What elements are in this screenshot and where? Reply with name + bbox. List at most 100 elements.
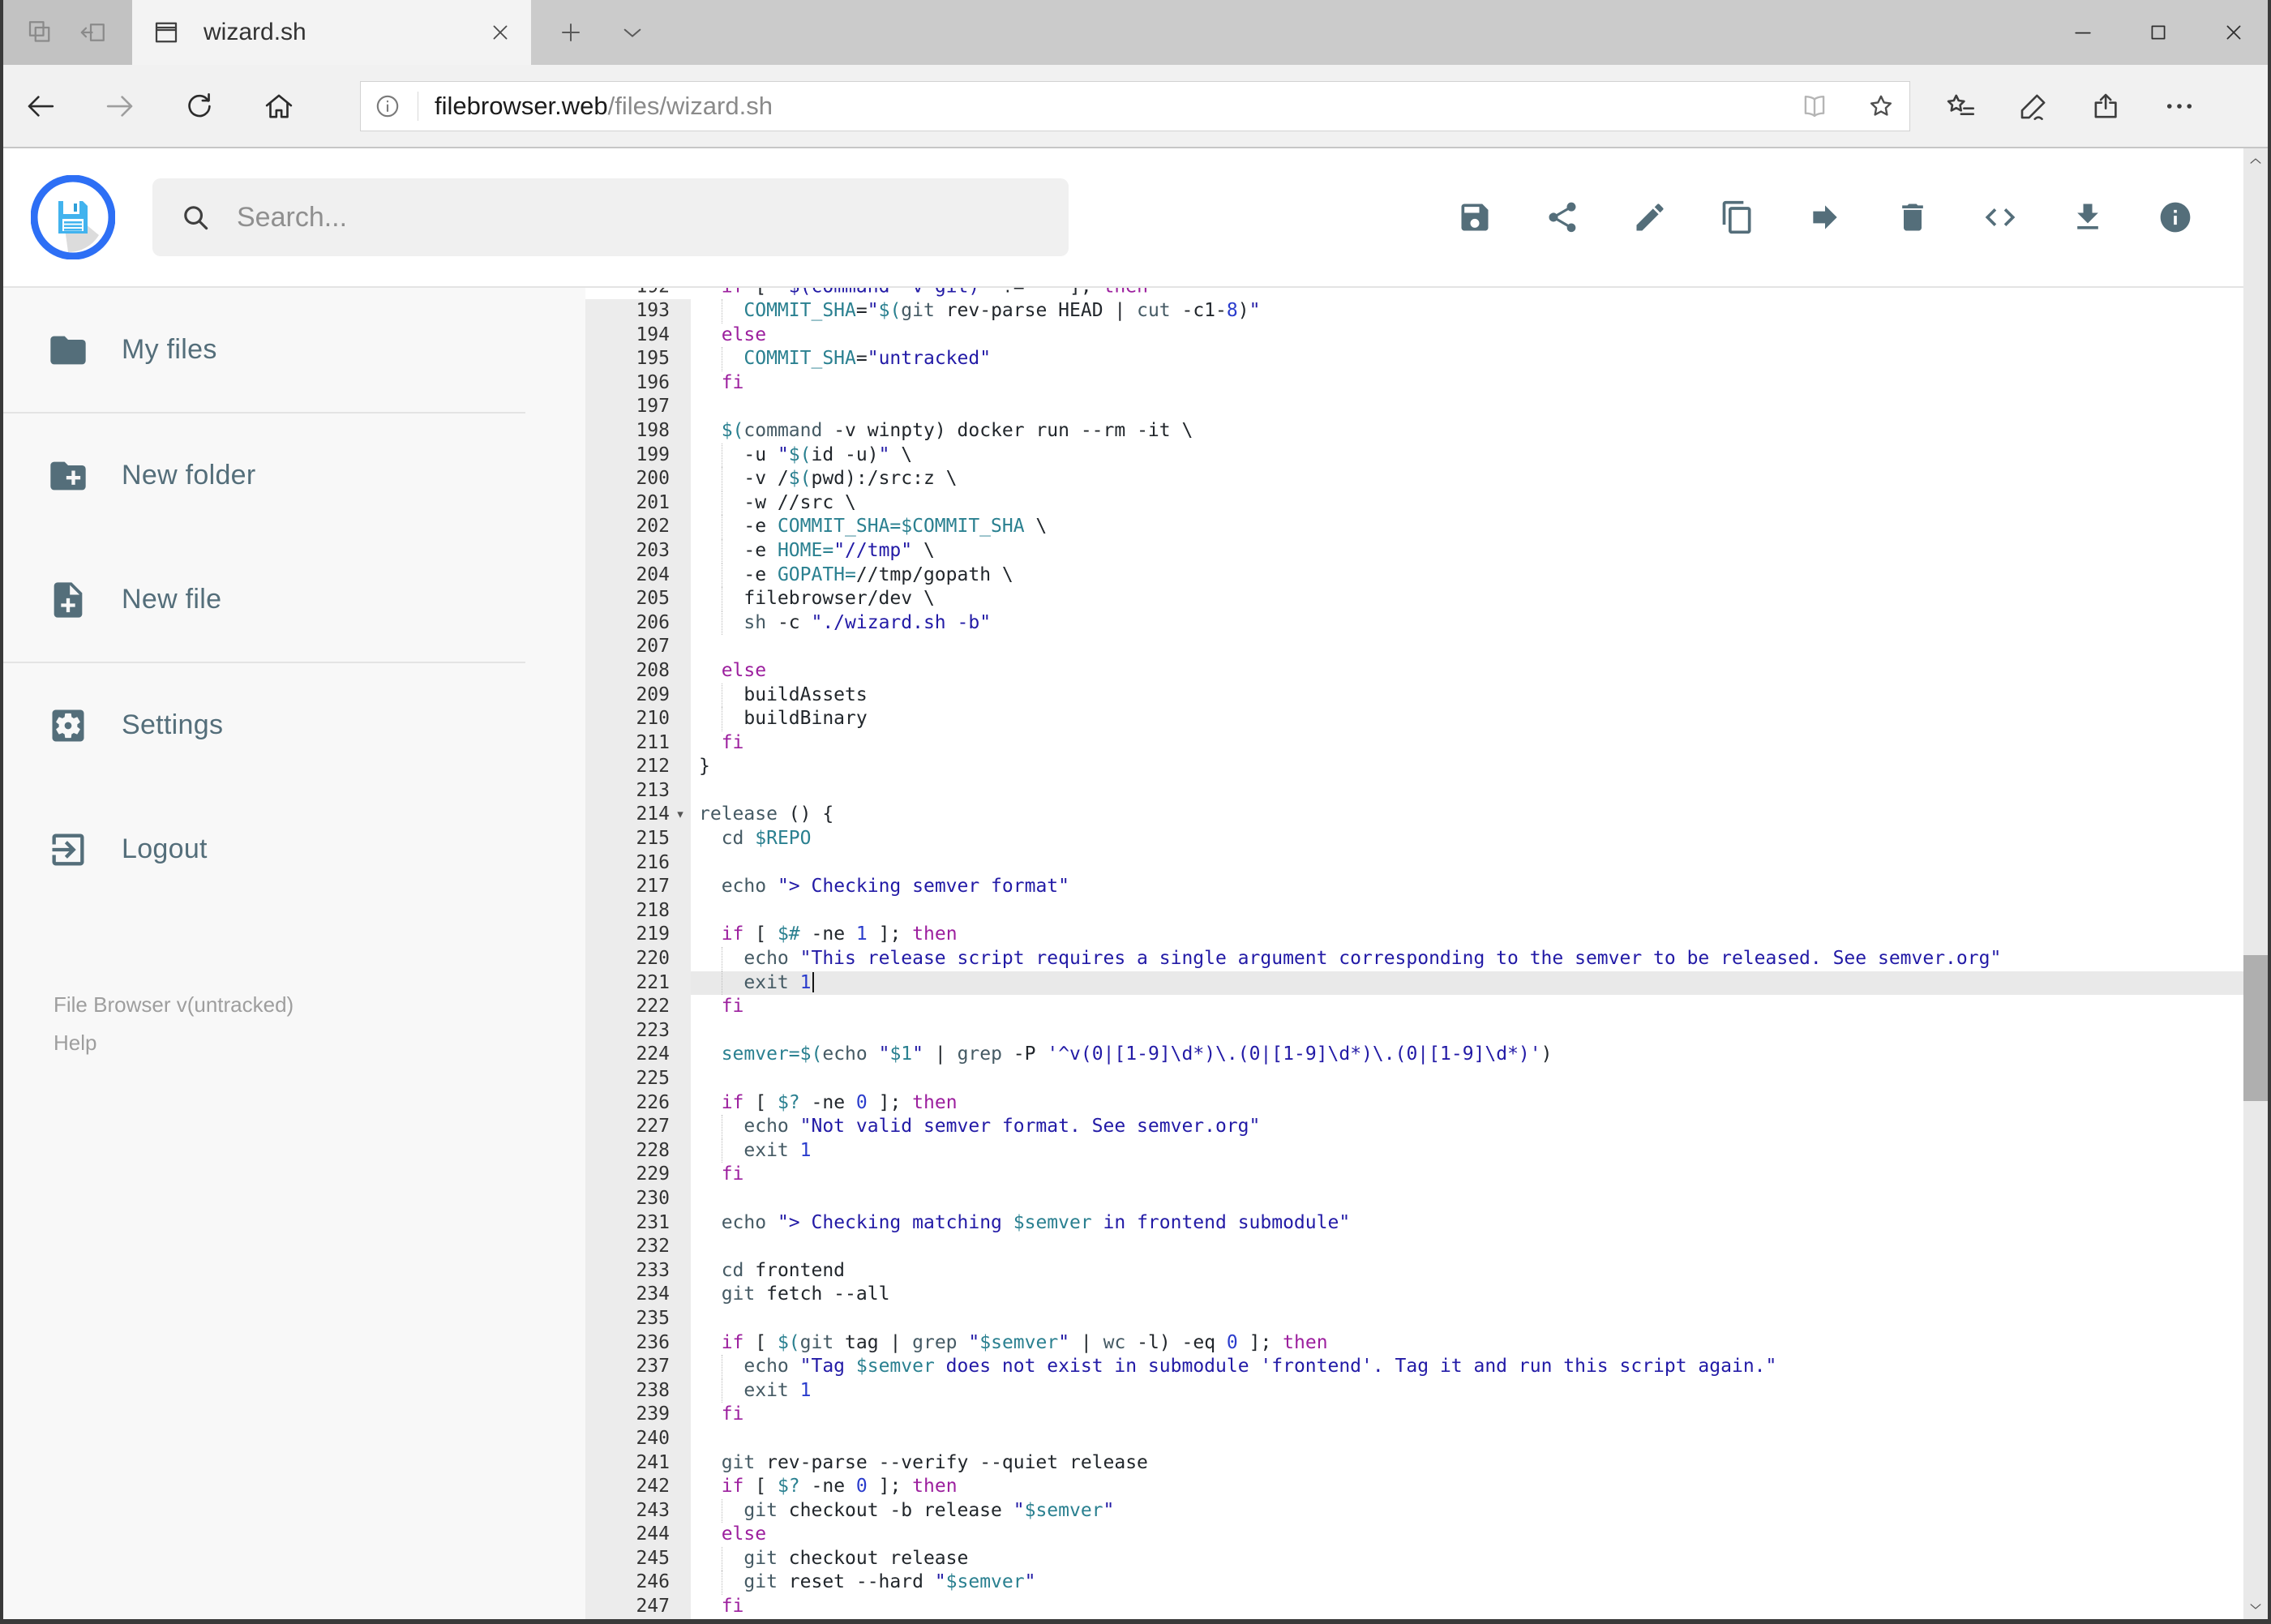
code-text[interactable]: COMMIT_SHA="$(git rev-parse HEAD | cut -… bbox=[691, 299, 2268, 324]
code-text[interactable]: release () { bbox=[691, 803, 2268, 827]
code-text[interactable]: fi bbox=[691, 731, 2268, 756]
download-icon[interactable] bbox=[2070, 199, 2106, 235]
tab-preview-toggle[interactable] bbox=[606, 0, 658, 65]
code-text[interactable]: $(command -v winpty) docker run --rm -it… bbox=[691, 419, 2268, 443]
home-button[interactable] bbox=[256, 84, 302, 129]
code-text[interactable] bbox=[691, 851, 2268, 876]
favorite-star-icon[interactable] bbox=[1866, 91, 1896, 122]
code-text[interactable]: echo "Tag $semver does not exist in subm… bbox=[691, 1355, 2268, 1379]
hub-button[interactable] bbox=[1938, 84, 1983, 129]
info-icon[interactable] bbox=[2157, 199, 2193, 235]
forward-icon[interactable] bbox=[1807, 199, 1843, 235]
site-info-icon[interactable] bbox=[374, 92, 401, 120]
search-input[interactable] bbox=[235, 200, 1041, 234]
code-text[interactable]: git fetch --all bbox=[691, 1283, 2268, 1307]
code-text[interactable]: -u "$(id -u)" \ bbox=[691, 443, 2268, 468]
code-icon[interactable] bbox=[1982, 199, 2018, 235]
code-text[interactable]: if [ $? -ne 0 ]; then bbox=[691, 1475, 2268, 1499]
save-icon[interactable] bbox=[1457, 199, 1493, 235]
forward-button[interactable] bbox=[97, 84, 143, 129]
new-tab-button[interactable] bbox=[545, 0, 597, 65]
sidebar-item-my-files[interactable]: My files bbox=[3, 288, 585, 412]
maximize-button[interactable] bbox=[2120, 0, 2196, 65]
close-button[interactable] bbox=[2196, 0, 2271, 65]
code-text[interactable]: else bbox=[691, 1523, 2268, 1547]
sidebar-item-new-folder[interactable]: New folder bbox=[3, 413, 585, 538]
tab-preview-icon[interactable] bbox=[25, 18, 54, 47]
code-text[interactable]: echo "This release script requires a sin… bbox=[691, 947, 2268, 971]
code-text[interactable]: semver=$(echo "$1" | grep -P '^v(0|[1-9]… bbox=[691, 1043, 2268, 1067]
code-text[interactable]: git rev-parse --verify --quiet release bbox=[691, 1451, 2268, 1476]
code-text[interactable]: echo "> Checking matching $semver in fro… bbox=[691, 1211, 2268, 1236]
code-text[interactable]: echo "Not valid semver format. See semve… bbox=[691, 1115, 2268, 1139]
code-text[interactable]: filebrowser/dev \ bbox=[691, 587, 2268, 611]
reading-view-icon[interactable] bbox=[1799, 91, 1830, 122]
code-text[interactable] bbox=[691, 1067, 2268, 1091]
code-text[interactable]: sh -c "./wizard.sh -b" bbox=[691, 611, 2268, 636]
code-text[interactable]: exit 1 bbox=[691, 971, 2268, 996]
code-text[interactable]: -e COMMIT_SHA=$COMMIT_SHA \ bbox=[691, 515, 2268, 539]
search-box[interactable] bbox=[152, 178, 1069, 256]
code-text[interactable]: -w //src \ bbox=[691, 491, 2268, 516]
edit-icon[interactable] bbox=[1632, 199, 1668, 235]
more-options-button[interactable] bbox=[2157, 84, 2202, 129]
share-icon[interactable] bbox=[1545, 199, 1580, 235]
sidebar-item-new-file[interactable]: New file bbox=[3, 538, 585, 662]
code-text[interactable]: if [ $# -ne 1 ]; then bbox=[691, 923, 2268, 947]
web-note-button[interactable] bbox=[2011, 84, 2056, 129]
code-text[interactable]: -e HOME="//tmp" \ bbox=[691, 538, 2268, 563]
scroll-up-arrow[interactable] bbox=[2243, 148, 2268, 174]
code-text[interactable]: exit 1 bbox=[691, 1378, 2268, 1403]
code-text[interactable]: -e GOPATH=//tmp/gopath \ bbox=[691, 563, 2268, 588]
code-text[interactable]: cd frontend bbox=[691, 1259, 2268, 1283]
copy-icon[interactable] bbox=[1720, 199, 1755, 235]
code-text[interactable] bbox=[691, 395, 2268, 419]
code-text[interactable]: fi bbox=[691, 371, 2268, 396]
code-text[interactable] bbox=[691, 899, 2268, 923]
scrollbar-thumb[interactable] bbox=[2243, 955, 2268, 1101]
scroll-down-arrow[interactable] bbox=[2243, 1593, 2268, 1619]
code-text[interactable] bbox=[691, 1019, 2268, 1043]
refresh-button[interactable] bbox=[177, 84, 222, 129]
back-button[interactable] bbox=[18, 84, 63, 129]
url-text[interactable]: filebrowser.web/files/wizard.sh bbox=[435, 92, 1783, 121]
code-text[interactable]: fi bbox=[691, 1595, 2268, 1619]
code-text[interactable]: else bbox=[691, 324, 2268, 348]
code-text[interactable] bbox=[691, 1307, 2268, 1331]
fold-arrow-icon[interactable]: ▾ bbox=[670, 803, 691, 827]
code-text[interactable]: buildBinary bbox=[691, 707, 2268, 731]
code-text[interactable]: } bbox=[691, 755, 2268, 779]
sidebar-item-settings[interactable]: Settings bbox=[3, 663, 585, 787]
minimize-button[interactable] bbox=[2045, 0, 2120, 65]
code-text[interactable] bbox=[691, 1235, 2268, 1259]
delete-icon[interactable] bbox=[1895, 199, 1930, 235]
code-text[interactable]: fi bbox=[691, 1163, 2268, 1187]
code-text[interactable]: git checkout release bbox=[691, 1546, 2268, 1571]
browser-tab[interactable]: wizard.sh bbox=[132, 0, 531, 65]
code-text[interactable]: exit 1 bbox=[691, 1138, 2268, 1163]
code-text[interactable]: cd $REPO bbox=[691, 827, 2268, 851]
code-text[interactable]: fi bbox=[691, 995, 2268, 1019]
code-text[interactable]: fi bbox=[691, 1403, 2268, 1427]
help-link[interactable]: Help bbox=[54, 1024, 585, 1062]
vertical-scrollbar[interactable] bbox=[2243, 148, 2268, 1619]
code-text[interactable] bbox=[691, 779, 2268, 803]
code-text[interactable]: COMMIT_SHA="untracked" bbox=[691, 347, 2268, 371]
code-text[interactable] bbox=[691, 635, 2268, 659]
code-text[interactable] bbox=[691, 1427, 2268, 1451]
tabs-set-aside-icon[interactable] bbox=[79, 18, 108, 47]
tab-close-icon[interactable] bbox=[489, 21, 512, 44]
filebrowser-logo[interactable] bbox=[31, 175, 115, 259]
code-text[interactable]: git checkout -b release "$semver" bbox=[691, 1498, 2268, 1523]
code-text[interactable]: if [ $(git tag | grep "$semver" | wc -l)… bbox=[691, 1331, 2268, 1356]
code-text[interactable]: echo "> Checking semver format" bbox=[691, 875, 2268, 899]
code-text[interactable] bbox=[691, 1187, 2268, 1211]
code-editor[interactable]: 192 if [ "$(command -v git)" != "" ]; th… bbox=[585, 288, 2268, 1619]
code-text[interactable]: if [ $? -ne 0 ]; then bbox=[691, 1091, 2268, 1116]
share-page-button[interactable] bbox=[2084, 84, 2129, 129]
code-text[interactable]: else bbox=[691, 659, 2268, 683]
code-text[interactable]: git reset --hard "$semver" bbox=[691, 1570, 2268, 1596]
code-text[interactable]: buildAssets bbox=[691, 683, 2268, 708]
sidebar-item-logout[interactable]: Logout bbox=[3, 787, 585, 911]
code-text[interactable]: -v /$(pwd):/src:z \ bbox=[691, 467, 2268, 491]
